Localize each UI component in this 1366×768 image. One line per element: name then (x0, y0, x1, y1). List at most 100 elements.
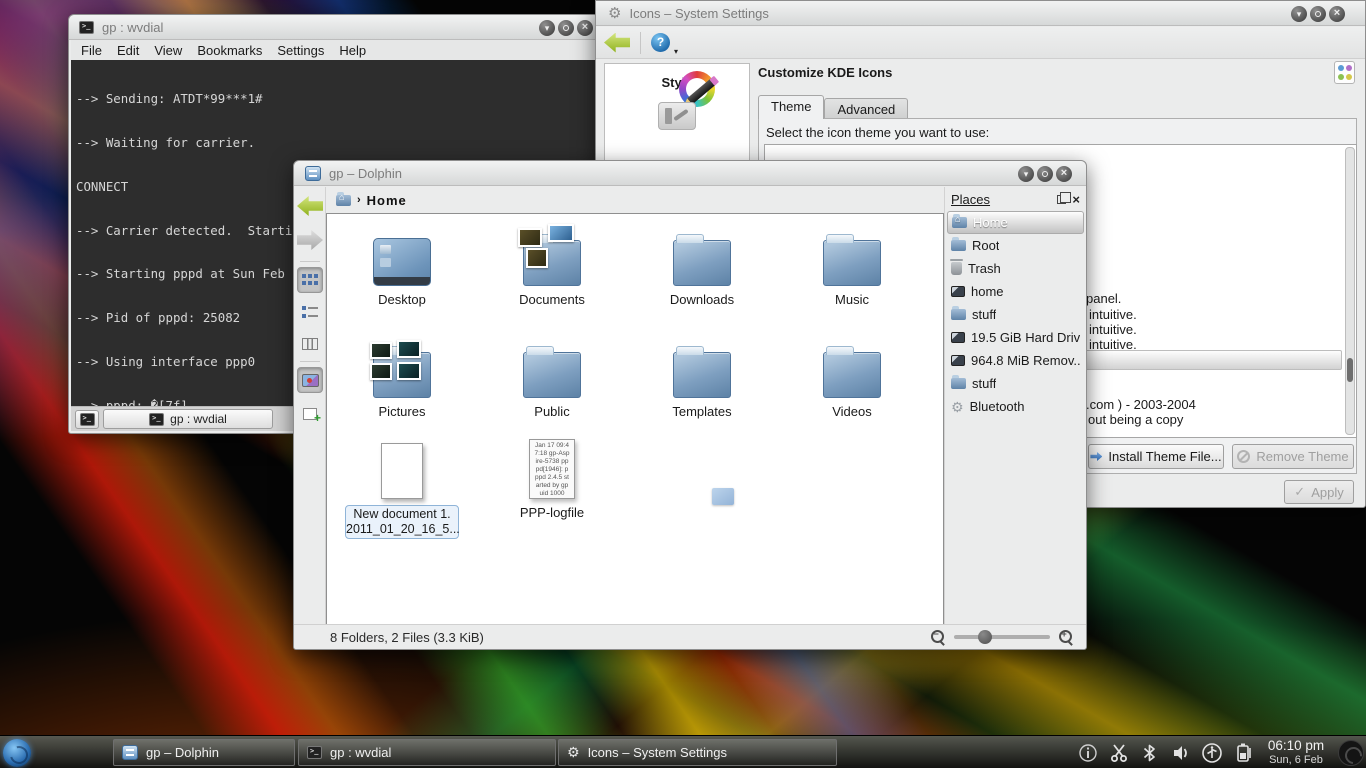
taskbar-item-system-settings[interactable]: ⚙ Icons – System Settings (558, 739, 837, 766)
terminal-icon (80, 413, 95, 426)
remove-theme-button[interactable]: Remove Theme (1232, 444, 1354, 469)
folder-item-public[interactable]: Public (492, 334, 612, 419)
select-theme-label: Select the icon theme you want to use: (766, 125, 989, 140)
forward-button[interactable] (297, 227, 323, 253)
scrollbar[interactable] (1345, 147, 1355, 435)
device-notifier-icon[interactable] (1201, 742, 1223, 764)
close-button[interactable]: × (577, 20, 593, 36)
folder-item-pictures[interactable]: Pictures (342, 334, 462, 419)
statusbar: 8 Folders, 2 Files (3.3 KiB) − + (294, 624, 1086, 649)
menu-bookmarks[interactable]: Bookmarks (197, 43, 262, 58)
split-view-button[interactable] (297, 401, 323, 427)
menu-file[interactable]: File (81, 43, 102, 58)
tab-advanced[interactable]: Advanced (824, 98, 908, 119)
breadcrumb-home[interactable]: Home (367, 193, 407, 208)
notifications-icon[interactable] (1077, 742, 1099, 764)
folder-icon (523, 352, 581, 398)
folder-icon (823, 352, 881, 398)
settings-titlebar[interactable]: ⚙ Icons – System Settings ▾ × (596, 1, 1365, 26)
volume-icon[interactable] (1170, 742, 1192, 764)
place-trash[interactable]: Trash (947, 257, 1084, 280)
terminal-tab[interactable]: gp : wvdial (103, 409, 273, 429)
dolphin-window: gp – Dolphin ▾ × ⌂ › Home (293, 160, 1087, 650)
close-panel-icon[interactable]: × (1072, 193, 1080, 206)
zoom-slider-handle[interactable] (978, 630, 992, 644)
theme-list-fragment: intuitive. (1089, 307, 1137, 322)
text-preview-icon: Jan 17 09:4 7:18 gp-Asp ire-5738 pp pd[1… (529, 439, 575, 499)
maximize-button[interactable] (1310, 6, 1326, 22)
back-icon[interactable] (604, 33, 630, 53)
minimize-button[interactable]: ▾ (1018, 166, 1034, 182)
back-button[interactable] (297, 193, 323, 219)
place-home[interactable]: ⌂ Home (947, 211, 1084, 234)
place-removable[interactable]: 964.8 MiB Remov... (947, 349, 1084, 372)
breadcrumb[interactable]: ⌂ › Home (326, 187, 944, 213)
klipper-scissors-icon[interactable] (1108, 742, 1130, 764)
clock[interactable]: 06:10 pm Sun, 6 Feb (1260, 738, 1332, 766)
taskbar-item-dolphin[interactable]: gp – Dolphin (113, 739, 295, 766)
apply-button[interactable]: ✓ Apply (1284, 480, 1354, 504)
scrollbar-thumb[interactable] (1347, 358, 1353, 382)
folder-item-videos[interactable]: Videos (792, 334, 912, 419)
close-button[interactable]: × (1329, 6, 1345, 22)
place-home-partition[interactable]: home (947, 280, 1084, 303)
float-panel-icon[interactable] (1057, 195, 1066, 204)
file-item-new-document[interactable]: New document 1. 2011_01_20_16_5... (342, 435, 462, 539)
zoom-slider[interactable] (954, 635, 1050, 639)
taskbar-item-wvdial[interactable]: gp : wvdial (298, 739, 556, 766)
folder-item-downloads[interactable]: Downloads (642, 222, 762, 307)
icons-view-icon (302, 274, 318, 286)
help-button[interactable]: ? ▾ (651, 33, 671, 53)
details-view-button[interactable] (297, 299, 323, 325)
columns-view-button[interactable] (297, 331, 323, 357)
workspace-tools-icon[interactable] (658, 102, 696, 130)
minimize-button[interactable]: ▾ (539, 20, 555, 36)
app-launcher-icon[interactable] (3, 739, 31, 767)
maximize-button[interactable] (1037, 166, 1053, 182)
bluetooth-icon[interactable] (1139, 742, 1161, 764)
battery-icon[interactable] (1232, 742, 1254, 764)
folder-item-templates[interactable]: Templates (642, 334, 762, 419)
system-tray (1077, 736, 1254, 768)
sidebar-item-style[interactable]: Style (605, 64, 749, 90)
minimize-button[interactable]: ▾ (1291, 6, 1307, 22)
place-stuff[interactable]: stuff (947, 303, 1084, 326)
status-summary: 8 Folders, 2 Files (3.3 KiB) (330, 630, 930, 645)
icons-view-button[interactable] (297, 267, 323, 293)
zoom-out-icon[interactable]: − (930, 629, 946, 645)
menu-view[interactable]: View (154, 43, 182, 58)
tab-theme[interactable]: Theme (758, 95, 824, 119)
place-hard-drive[interactable]: 19.5 GiB Hard Drive (947, 326, 1084, 349)
trash-icon (951, 262, 962, 275)
folder-item-music[interactable]: Music (792, 222, 912, 307)
folder-icon (673, 240, 731, 286)
icon-sizes-icon[interactable] (1334, 61, 1355, 84)
file-item-ppp-logfile[interactable]: Jan 17 09:4 7:18 gp-Asp ire-5738 pp pd[1… (492, 435, 612, 520)
place-bluetooth[interactable]: ⚙ Bluetooth (947, 395, 1084, 418)
zoom-in-icon[interactable]: + (1058, 629, 1074, 645)
dolphin-titlebar[interactable]: gp – Dolphin ▾ × (294, 161, 1086, 186)
document-icon (381, 443, 423, 499)
folder-item-documents[interactable]: Documents (492, 222, 612, 307)
folder-item-desktop[interactable]: Desktop (342, 222, 462, 307)
terminal-app-icon (79, 21, 94, 34)
install-theme-button[interactable]: Install Theme File... (1088, 444, 1224, 469)
preview-button[interactable] (297, 367, 323, 393)
new-tab-button[interactable] (75, 410, 99, 429)
check-icon: ✓ (1294, 484, 1305, 500)
menu-settings[interactable]: Settings (277, 43, 324, 58)
help-icon: ? (651, 33, 670, 52)
menu-help[interactable]: Help (339, 43, 366, 58)
place-root[interactable]: Root (947, 234, 1084, 257)
toolbar-separator (640, 32, 641, 54)
place-stuff-2[interactable]: stuff (947, 372, 1084, 395)
maximize-button[interactable] (558, 20, 574, 36)
menu-edit[interactable]: Edit (117, 43, 139, 58)
remove-icon (1237, 450, 1250, 463)
close-button[interactable]: × (1056, 166, 1072, 182)
folder-view[interactable]: Desktop Documents Downloads Music (326, 213, 944, 626)
panel-toolbox-icon[interactable] (1338, 740, 1364, 766)
home-folder-icon: ⌂ (336, 195, 351, 206)
terminal-titlebar[interactable]: gp : wvdial ▾ × (69, 15, 599, 40)
theme-description-fragment: out being a copy (1088, 412, 1183, 427)
